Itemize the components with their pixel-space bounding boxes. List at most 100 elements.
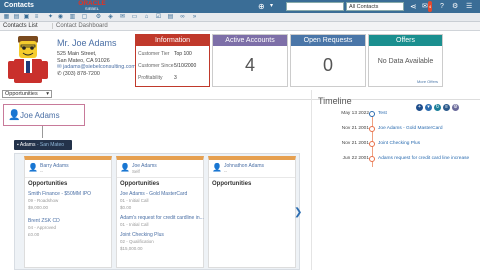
open-requests-card[interactable]: Open Requests 0 <box>290 34 366 87</box>
timeline-item: Nov 21 2001 Joint Checking Plus <box>318 141 480 149</box>
address-line-2: San Mateo, CA 91026 <box>57 57 110 64</box>
timeline-dot-icon <box>369 156 375 162</box>
refresh-icon[interactable]: ↻ <box>434 104 441 111</box>
opportunity-link[interactable]: Brent ZSK CD <box>28 218 112 224</box>
calendar-icon[interactable]: ▣ <box>23 14 30 21</box>
opportunity-link[interactable]: Joint Checking Plus <box>120 232 204 238</box>
more-offers-link[interactable]: More Offers <box>417 79 438 84</box>
person-icon: 👤 <box>212 163 222 172</box>
add-icon[interactable]: + <box>416 104 423 111</box>
card-contact-name[interactable]: Barry Adams <box>40 163 69 169</box>
menu-icon[interactable]: ☰ <box>466 1 472 12</box>
hierarchy-root-node[interactable]: 👤 Joe Adams <box>3 104 85 126</box>
opportunity-link[interactable]: Joe Adams - Gold MasterCard <box>120 191 204 197</box>
contact-card-johnathon: 👤 Johnathon Adams -- Opportunities <box>208 156 296 268</box>
timeline-item: Jun 22 2001 Adams request for credit car… <box>318 156 480 164</box>
filter-icon[interactable]: ▾ <box>425 104 432 111</box>
card-section-title: Opportunities <box>120 181 160 187</box>
settings-icon[interactable]: ⚙ <box>452 1 458 12</box>
person-icon: 👤 <box>28 163 38 172</box>
person-icon: 👤 <box>8 110 21 121</box>
opportunity-link[interactable]: Smith Finance - $50MM IPO <box>28 191 112 197</box>
root-node-name: Joe Adams <box>20 111 60 120</box>
info-row-profitability: Profitability 3 <box>138 75 177 81</box>
active-accounts-header: Active Accounts <box>213 35 287 46</box>
timeline-date: Nov 21 2001 <box>341 141 369 146</box>
application-toolbar: ▦ ▤ ▣ ≡ ✦ ◉ ▥ ▢ ⚙ ◈ ✉ ▭ ⌂ ☑ ▤ ∞ » <box>0 13 480 22</box>
tab-contacts-list[interactable]: Contacts List <box>3 23 38 29</box>
opportunity-amount: $0.00 <box>120 205 132 210</box>
timeline-link[interactable]: Joe Adams - Gold MasterCard <box>378 126 443 131</box>
table-icon[interactable]: ▤ <box>13 14 20 21</box>
opportunity-amount: $9,000.00 <box>28 205 49 210</box>
timeline-dot-icon <box>369 126 375 132</box>
information-card: Information Customer Tier Top 100 Custom… <box>135 34 210 87</box>
timeline-item: May 13 2022 Test <box>318 111 480 119</box>
active-accounts-card[interactable]: Active Accounts 4 <box>212 34 288 87</box>
open-requests-count: 0 <box>322 55 333 75</box>
folder-icon[interactable]: ▭ <box>131 14 138 21</box>
timeline-title: Timeline <box>318 96 352 106</box>
open-requests-header: Open Requests <box>291 35 365 46</box>
opportunity-status: 02 - Qualification <box>120 239 154 244</box>
settings-icon[interactable]: ⚙ <box>452 104 459 111</box>
top-navigation-bar: Contacts ORACLE SIEBEL ⊕ ▾ All Contacts … <box>0 0 480 13</box>
opportunity-status: 04 - Approved <box>28 225 57 230</box>
tasks-icon[interactable]: ☑ <box>155 14 162 21</box>
connector-line <box>42 126 43 138</box>
chevron-down-icon[interactable]: ▾ <box>270 1 273 12</box>
contact-card-barry: 👤 Barry Adams -- Opportunities Smith Fin… <box>24 156 112 268</box>
link-icon[interactable]: ∞ <box>179 14 186 21</box>
section-divider <box>0 99 480 100</box>
timeline-dot-icon <box>369 141 375 147</box>
search-input[interactable] <box>286 2 344 11</box>
timeline-item: Nov 21 2001 Joe Adams - Gold MasterCard <box>318 126 480 134</box>
mail-icon[interactable]: ✉ <box>119 14 126 21</box>
information-header: Information <box>136 35 209 46</box>
card-separator <box>25 177 111 178</box>
gear-icon[interactable]: ⚙ <box>95 14 102 21</box>
list-icon[interactable]: ≡ <box>33 14 40 21</box>
card-contact-role: -- <box>224 169 227 174</box>
tab-contact-dashboard[interactable]: Contact Dashboard <box>52 23 108 29</box>
search-scope-select[interactable]: All Contacts <box>346 2 404 11</box>
address-line-1: 525 Main Street, <box>57 51 97 57</box>
list-icon[interactable]: ≡ <box>443 104 450 111</box>
chevron-down-icon: ▾ <box>46 91 49 97</box>
contact-details: 525 Main Street, San Mateo, CA 91026 ✉ j… <box>57 51 136 77</box>
notifications-icon[interactable]: ✉4 <box>422 1 433 12</box>
add-icon[interactable]: ⊕ <box>258 1 265 12</box>
more-icon[interactable]: » <box>191 14 198 21</box>
opportunity-link[interactable]: Adam's request for credit cardline in... <box>120 215 204 221</box>
opportunity-status: 09 - Roadshow <box>28 198 59 203</box>
territory-badge[interactable]: ▪ Adams - San Mateo <box>14 140 72 150</box>
offers-empty-text: No Data Available <box>377 58 434 65</box>
star-icon[interactable]: ✦ <box>47 14 54 21</box>
chart-icon[interactable]: ▥ <box>69 14 76 21</box>
app-title: Contacts <box>4 2 34 9</box>
timeline-link[interactable]: Adams request for credit card line incre… <box>378 156 469 161</box>
chevron-right-icon[interactable]: ❯ <box>294 207 302 218</box>
timeline-link[interactable]: Test <box>378 111 387 116</box>
help-icon[interactable]: ? <box>440 1 444 12</box>
card-contact-name[interactable]: Johnathon Adams <box>224 163 264 169</box>
email-link[interactable]: ✉ jadams@siebelconsulting.com <box>57 64 136 71</box>
share-icon[interactable]: ⋖ <box>410 1 417 12</box>
home-icon[interactable]: ⌂ <box>143 14 150 21</box>
oracle-siebel-logo: ORACLE SIEBEL <box>78 0 106 11</box>
timeline-date: Nov 21 2001 <box>341 126 369 131</box>
active-accounts-count: 4 <box>244 55 255 75</box>
grid-icon[interactable]: ▦ <box>3 14 10 21</box>
document-icon[interactable]: ▢ <box>81 14 88 21</box>
timeline-dot-icon <box>369 111 375 117</box>
contact-name: Mr. Joe Adams <box>57 38 117 48</box>
card-contact-role: -- <box>40 169 43 174</box>
timeline-date: May 13 2022 <box>341 111 369 116</box>
timeline-link[interactable]: Joint Checking Plus <box>378 141 420 146</box>
bell-icon[interactable]: ◈ <box>107 14 114 21</box>
user-icon[interactable]: ◉ <box>57 14 64 21</box>
view-select[interactable]: Opportunities ▾ <box>2 90 52 98</box>
notification-badge: 4 <box>427 1 433 12</box>
report-icon[interactable]: ▤ <box>167 14 174 21</box>
avatar <box>4 34 52 86</box>
